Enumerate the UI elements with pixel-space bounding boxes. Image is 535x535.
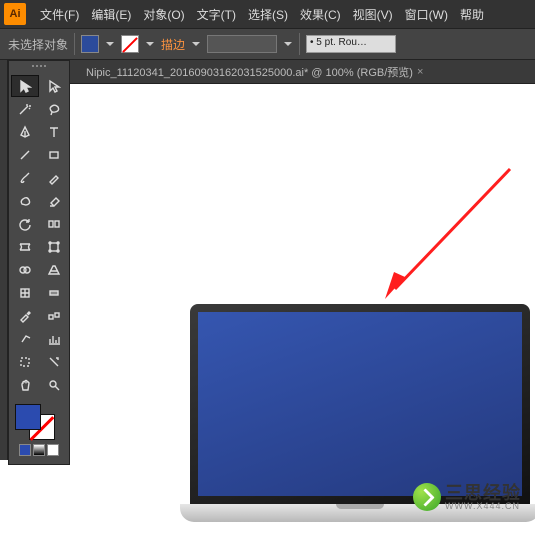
menu-file[interactable]: 文件(F) xyxy=(34,6,85,23)
fill-color[interactable] xyxy=(15,404,41,430)
menu-bar: Ai 文件(F) 编辑(E) 对象(O) 文字(T) 选择(S) 效果(C) 视… xyxy=(0,0,535,28)
rectangle-tool[interactable] xyxy=(40,144,68,166)
laptop-screen xyxy=(198,312,522,496)
color-mode-none[interactable] xyxy=(47,444,59,456)
pencil-tool[interactable] xyxy=(40,167,68,189)
slice-tool[interactable] xyxy=(40,351,68,373)
stroke-swatch-none[interactable] xyxy=(121,35,139,53)
watermark: 三思经验 WWW.X444.CN xyxy=(413,483,521,511)
type-tool[interactable] xyxy=(40,121,68,143)
app-logo: Ai xyxy=(4,3,26,25)
menu-view[interactable]: 视图(V) xyxy=(347,6,399,23)
menu-help[interactable]: 帮助 xyxy=(454,6,490,23)
menu-window[interactable]: 窗口(W) xyxy=(399,6,454,23)
gradient-tool[interactable] xyxy=(40,282,68,304)
tool-panel xyxy=(8,60,70,465)
laptop-notch xyxy=(336,504,384,509)
document-tab[interactable]: Nipic_11120341_20160903162031525000.ai* … xyxy=(80,64,429,80)
line-tool[interactable] xyxy=(11,144,39,166)
free-transform-tool[interactable] xyxy=(40,236,68,258)
menu-effect[interactable]: 效果(C) xyxy=(294,6,347,23)
reflect-tool[interactable] xyxy=(40,213,68,235)
menu-type[interactable]: 文字(T) xyxy=(191,6,242,23)
panel-grip[interactable] xyxy=(11,65,67,73)
separator xyxy=(74,33,75,55)
shape-builder-tool[interactable] xyxy=(11,259,39,281)
watermark-title: 三思经验 xyxy=(445,484,521,502)
brush-dropdown-icon[interactable] xyxy=(283,39,293,49)
color-mode-gradient[interactable] xyxy=(33,444,45,456)
annotation-arrow xyxy=(380,164,520,304)
color-mode-row xyxy=(11,444,67,456)
selection-tool[interactable] xyxy=(11,75,39,97)
separator xyxy=(299,33,300,55)
zoom-tool[interactable] xyxy=(40,374,68,396)
menu-object[interactable]: 对象(O) xyxy=(137,6,190,23)
menu-edit[interactable]: 编辑(E) xyxy=(85,6,137,23)
hand-tool[interactable] xyxy=(11,374,39,396)
selection-status: 未选择对象 xyxy=(8,36,68,53)
document-tab-bar: Nipic_11120341_20160903162031525000.ai* … xyxy=(0,60,535,84)
brush-preview[interactable] xyxy=(207,35,277,53)
symbol-sprayer-tool[interactable] xyxy=(11,328,39,350)
eyedropper-tool[interactable] xyxy=(11,305,39,327)
document-tab-title: Nipic_11120341_20160903162031525000.ai* … xyxy=(86,64,413,80)
stroke-label: 描边 xyxy=(161,36,185,53)
fill-dropdown-icon[interactable] xyxy=(105,39,115,49)
fill-swatch[interactable] xyxy=(81,35,99,53)
fill-stroke-control[interactable] xyxy=(11,402,67,440)
lasso-tool[interactable] xyxy=(40,98,68,120)
brush-tool[interactable] xyxy=(11,167,39,189)
watermark-logo-icon xyxy=(413,483,441,511)
close-icon[interactable]: × xyxy=(417,66,423,78)
profile-field[interactable]: • 5 pt. Rou… xyxy=(306,35,396,53)
artboard-tool[interactable] xyxy=(11,351,39,373)
laptop-screen-frame xyxy=(190,304,530,504)
rotate-tool[interactable] xyxy=(11,213,39,235)
stroke-dropdown-icon[interactable] xyxy=(145,39,155,49)
magic-wand-tool[interactable] xyxy=(11,98,39,120)
pen-tool[interactable] xyxy=(11,121,39,143)
width-tool[interactable] xyxy=(11,236,39,258)
stroke-weight-dropdown-icon[interactable] xyxy=(191,39,201,49)
color-mode-solid[interactable] xyxy=(19,444,31,456)
canvas-area[interactable]: 三思经验 WWW.X444.CN xyxy=(70,84,535,535)
blob-brush-tool[interactable] xyxy=(11,190,39,212)
eraser-tool[interactable] xyxy=(40,190,68,212)
direct-selection-tool[interactable] xyxy=(40,75,68,97)
perspective-tool[interactable] xyxy=(40,259,68,281)
mesh-tool[interactable] xyxy=(11,282,39,304)
watermark-url: WWW.X444.CN xyxy=(445,502,521,511)
menu-select[interactable]: 选择(S) xyxy=(242,6,294,23)
panel-dock[interactable] xyxy=(0,60,8,460)
options-bar: 未选择对象 描边 • 5 pt. Rou… xyxy=(0,28,535,60)
graph-tool[interactable] xyxy=(40,328,68,350)
blend-tool[interactable] xyxy=(40,305,68,327)
